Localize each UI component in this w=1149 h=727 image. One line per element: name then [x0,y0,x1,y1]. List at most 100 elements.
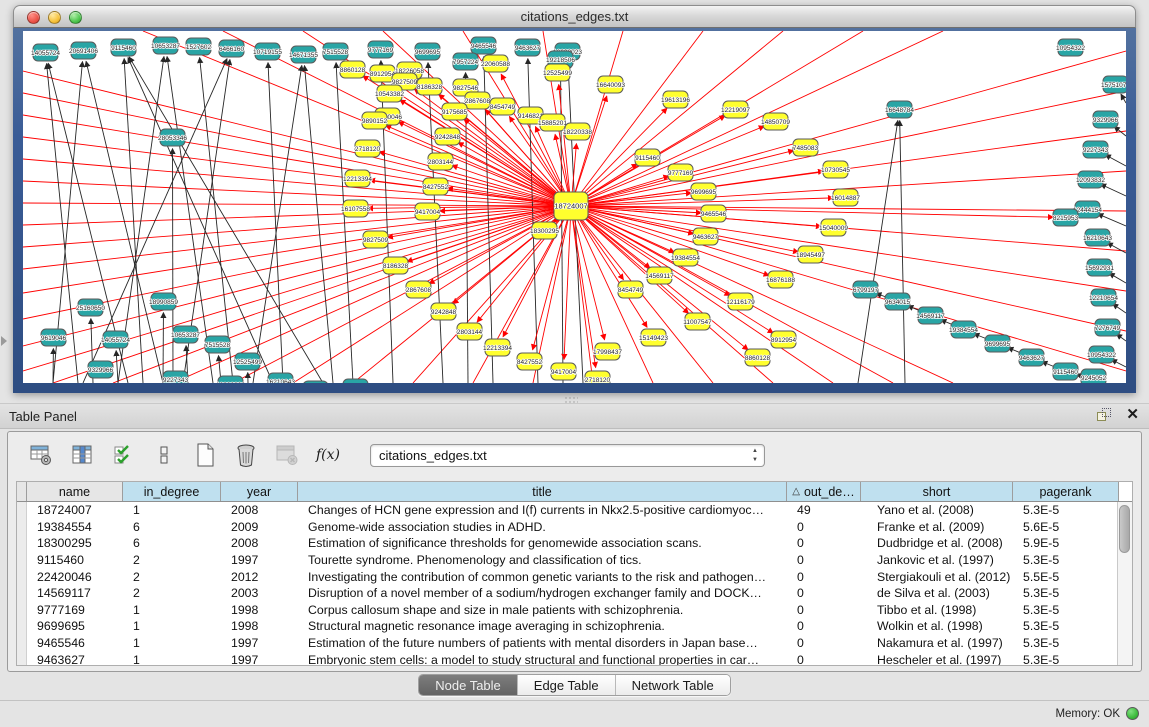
graph-node[interactable]: 14569117 [916,307,945,324]
graph-node[interactable]: 6466160 [219,40,245,57]
cell-name[interactable]: 14569117 [27,586,123,600]
graph-node[interactable]: 8186328 [383,257,409,274]
graph-node[interactable]: 12093832 [216,376,245,383]
graph-node[interactable]: 12525499 [543,64,572,81]
graph-node[interactable]: 15751074 [1101,76,1126,93]
minimize-window-button[interactable] [48,11,61,24]
graph-node[interactable]: 14569117 [645,267,674,284]
cell-title[interactable]: Tourette syndrome. Phenomenology and cla… [298,553,787,567]
table-row[interactable]: 911546021997Tourette syndrome. Phenomeno… [17,552,1132,569]
cell-outde[interactable]: 0 [787,520,861,534]
cell-indegree[interactable]: 2 [123,553,221,567]
cell-short[interactable]: Nakamura et al. (1997) [861,636,1013,650]
graph-node[interactable]: 25160650 [76,299,105,316]
cell-title[interactable]: Investigating the contribution of common… [298,570,787,584]
graph-node[interactable]: 15692931 [301,381,330,383]
graph-node[interactable]: 9827509 [363,231,389,248]
cell-pagerank[interactable]: 5.5E-5 [1013,570,1119,584]
red-edge[interactable] [571,206,647,327]
column-header-title[interactable]: title [298,482,787,501]
cell-outde[interactable]: 0 [787,603,861,617]
zoom-window-button[interactable] [69,11,82,24]
graph-node[interactable]: 15149423 [639,329,668,346]
graph-node[interactable]: 12213394 [483,339,512,356]
graph-node[interactable]: 17998437 [593,343,622,360]
graph-node[interactable]: 10954322 [1087,346,1116,363]
graph-node[interactable]: 8454749 [490,98,516,115]
cell-name[interactable]: 9465546 [27,636,123,650]
graph-node[interactable]: 2803144 [428,153,454,170]
table-row[interactable]: 2242004622012Investigating the contribut… [17,568,1132,585]
graph-node[interactable]: 22060588 [481,55,510,72]
column-header-outde[interactable]: △out_de… [787,482,861,501]
graph-node[interactable]: 9242848 [431,303,457,320]
table-settings-icon[interactable] [28,442,54,468]
cell-short[interactable]: Jankovic et al. (1997) [861,553,1013,567]
cell-pagerank[interactable]: 5.3E-5 [1013,603,1119,617]
cell-indegree[interactable]: 6 [123,520,221,534]
cell-short[interactable]: Wolkin et al. (1998) [861,619,1013,633]
graph-node[interactable]: 8860128 [340,61,366,78]
graph-node[interactable]: 28053346 [158,129,187,146]
cell-outde[interactable]: 0 [787,619,861,633]
cell-name[interactable]: 9699695 [27,619,123,633]
black-edge[interactable] [858,120,898,383]
graph-node[interactable]: 10954322 [1056,39,1085,56]
cell-pagerank[interactable]: 5.3E-5 [1013,553,1119,567]
graph-node[interactable]: 9463627 [515,39,541,56]
select-rows-icon[interactable] [110,442,136,468]
graph-node[interactable]: 9329966 [1093,111,1119,128]
memory-indicator[interactable]: Memory: OK [1055,707,1139,720]
graph-node[interactable]: 8215953 [1053,209,1079,226]
cell-pagerank[interactable]: 5.3E-5 [1013,503,1119,517]
show-columns-icon[interactable] [69,442,95,468]
graph-node[interactable]: 7515528 [323,43,349,60]
cell-name[interactable]: 9777169 [27,603,123,617]
graph-node[interactable]: 16210643 [1083,229,1112,246]
cell-pagerank[interactable]: 5.9E-5 [1013,536,1119,550]
cell-name[interactable]: 18300295 [27,536,123,550]
network-window-titlebar[interactable]: citations_edges.txt [13,5,1136,28]
graph-node[interactable]: 2867608 [406,281,432,298]
red-edge[interactable] [571,206,605,340]
red-edge[interactable] [23,93,571,206]
black-edge[interactable] [1100,184,1126,196]
cell-title[interactable]: Estimation of significance thresholds fo… [298,536,787,550]
red-edge[interactable] [571,126,764,206]
graph-node[interactable]: 9115460 [635,149,660,166]
red-edge[interactable] [571,206,769,276]
graph-node[interactable]: 18220338 [563,123,592,140]
graph-node[interactable]: 2803144 [457,323,483,340]
cell-pagerank[interactable]: 5.6E-5 [1013,520,1119,534]
cell-short[interactable]: Stergiakouli et al. (2012) [861,570,1013,584]
cell-outde[interactable]: 0 [787,570,861,584]
table-row[interactable]: 969969511998Structural magnetic resonanc… [17,618,1132,635]
table-vertical-scrollbar[interactable] [1117,502,1132,665]
graph-node[interactable]: 8427552 [423,178,449,195]
graph-node[interactable]: 14850709 [761,113,790,130]
cell-name[interactable]: 22420046 [27,570,123,584]
network-canvas[interactable]: 1405572420691406911546010653287152760264… [23,31,1126,383]
graph-node[interactable]: 12444154 [341,379,370,383]
graph-node[interactable]: 16107558 [341,200,370,217]
cell-year[interactable]: 1998 [221,603,298,617]
red-edge[interactable] [23,71,571,206]
cell-outde[interactable]: 49 [787,503,861,517]
graph-node[interactable]: 10653287 [171,326,200,343]
cell-short[interactable]: Franke et al. (2009) [861,520,1013,534]
cell-short[interactable]: de Silva et al. (2003) [861,586,1013,600]
red-edge[interactable] [571,206,596,368]
cell-year[interactable]: 2009 [221,520,298,534]
table-row[interactable]: 1830029562008Estimation of significance … [17,535,1132,552]
graph-node[interactable]: 9777169 [368,41,394,58]
graph-node[interactable]: 16876188 [766,271,795,288]
column-header-name[interactable]: name [27,482,123,501]
cell-outde[interactable]: 0 [787,586,861,600]
cell-outde[interactable]: 0 [787,653,861,666]
cell-title[interactable]: Embryonic stem cells: a model to study s… [298,653,787,666]
cell-year[interactable]: 2003 [221,586,298,600]
cell-year[interactable]: 1998 [221,619,298,633]
graph-node[interactable]: 9227343 [163,371,189,383]
cell-short[interactable]: Tibbo et al. (1998) [861,603,1013,617]
cell-indegree[interactable]: 1 [123,603,221,617]
